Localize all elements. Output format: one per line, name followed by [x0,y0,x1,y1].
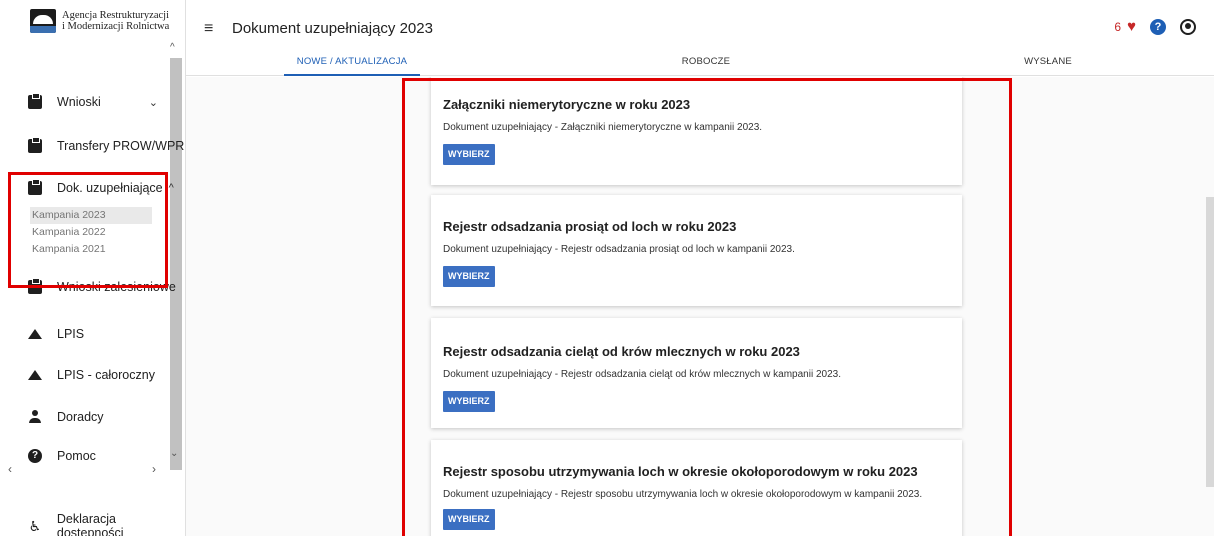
scroll-down-icon[interactable]: ⌄ [170,448,178,459]
help-icon: ? [28,449,42,463]
clipboard-icon [28,137,42,153]
highlight-box-sidebar [8,172,168,288]
sidebar-item-label: Wnioski [57,95,101,109]
account-icon[interactable] [1180,18,1196,35]
bell-icon[interactable]: ♥ [1127,18,1136,35]
sidebar-item-lpis[interactable]: LPIS [28,327,84,341]
content-scrollbar[interactable] [1206,197,1214,487]
accessibility-icon: ♿ [28,518,42,534]
logo-text: Agencja Restrukturyzacji i Modernizacji … [62,10,170,32]
sidebar: Agencja Restrukturyzacji i Modernizacji … [0,0,186,536]
clipboard-icon [28,93,42,109]
scroll-right-icon[interactable]: › [152,462,156,476]
notification-count[interactable]: 6 [1114,20,1121,34]
sidebar-item-label: Deklaracja dostępności [56,512,124,536]
sidebar-item-label: Transfery PROW/WPR [57,139,185,153]
tab-nowe-aktualizacja[interactable]: NOWE / AKTUALIZACJA [284,56,420,76]
sidebar-item-label: Pomoc [57,449,96,463]
top-bar: ≡ Dokument uzupełniający 2023 6 ♥ ? [186,0,1214,56]
sidebar-item-deklaracja[interactable]: ♿ Deklaracja dostępności [28,512,185,536]
tab-wyslane[interactable]: WYSŁANE [998,56,1098,76]
sidebar-item-wnioski[interactable]: Wnioski ⌄ [28,93,158,109]
sidebar-item-transfery[interactable]: Transfery PROW/WPR [28,137,185,153]
mountain-icon [28,329,42,339]
sidebar-scrollbar[interactable]: ^ ⌄ [168,42,182,470]
scroll-up-icon[interactable]: ^ [170,42,175,53]
sidebar-item-lpis-caloroczny[interactable]: LPIS - całoroczny [28,368,155,382]
highlight-box-cards [402,78,1012,536]
person-icon [28,410,42,424]
arimr-logo-icon [30,9,56,33]
sidebar-item-label: Doradcy [57,410,104,424]
page-title: Dokument uzupełniający 2023 [232,20,433,37]
tab-robocze[interactable]: ROBOCZE [656,56,756,76]
chevron-down-icon: ⌄ [148,96,158,109]
scroll-left-icon[interactable]: ‹ [8,462,12,476]
sidebar-item-label: LPIS - całoroczny [57,368,155,382]
chevron-up-icon: ^ [168,182,174,194]
hamburger-menu-icon[interactable]: ≡ [204,20,213,38]
agency-logo[interactable]: Agencja Restrukturyzacji i Modernizacji … [0,0,186,42]
mountain-icon [28,370,42,380]
sidebar-scroll-thumb[interactable] [170,58,182,470]
sidebar-item-doradcy[interactable]: Doradcy [28,410,104,424]
sidebar-item-pomoc[interactable]: ? Pomoc [28,449,96,463]
sidebar-item-label: LPIS [57,327,85,341]
help-icon[interactable]: ? [1150,18,1166,35]
header-actions: 6 ♥ ? [1114,18,1196,35]
tab-bar: NOWE / AKTUALIZACJA ROBOCZE WYSŁANE [186,56,1214,76]
